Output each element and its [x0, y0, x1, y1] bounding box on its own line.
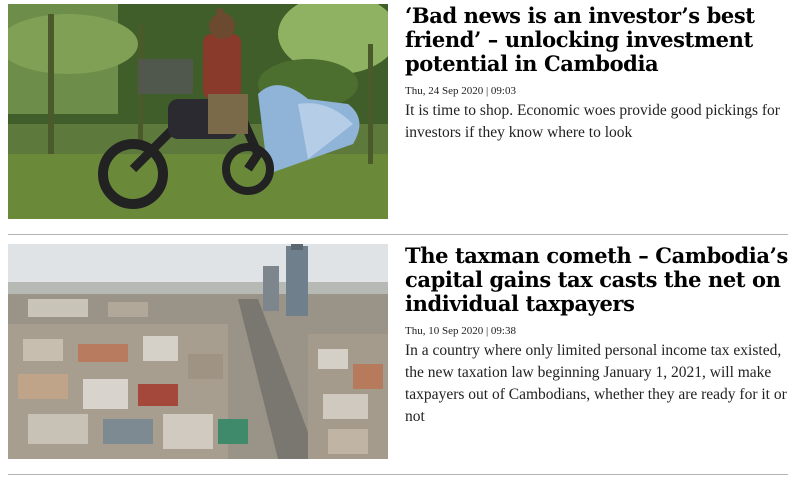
article-date: Thu, 10 Sep 2020 | 09:38 [405, 325, 516, 337]
article-date: Thu, 24 Sep 2020 | 09:03 [405, 85, 516, 97]
article-summary: In a country where only limited personal… [405, 342, 787, 425]
article-headline[interactable]: ‘Bad news is an investor’s best friend’ … [405, 4, 791, 76]
article-card: ‘Bad news is an investor’s best friend’ … [8, 4, 788, 220]
article-card: The taxman cometh – Cambodia’s capital g… [8, 244, 788, 460]
article-text: The taxman cometh – Cambodia’s capital g… [405, 244, 791, 428]
divider [8, 474, 788, 475]
article-thumbnail[interactable] [8, 4, 388, 219]
phnom-penh-skyline-photo-icon [8, 244, 388, 459]
article-summary: It is time to shop. Economic woes provid… [405, 102, 780, 141]
motorbike-banana-plantation-photo-icon [8, 4, 388, 219]
article-headline[interactable]: The taxman cometh – Cambodia’s capital g… [405, 244, 791, 316]
article-thumbnail[interactable] [8, 244, 388, 459]
divider [8, 234, 788, 235]
article-text: ‘Bad news is an investor’s best friend’ … [405, 4, 791, 144]
